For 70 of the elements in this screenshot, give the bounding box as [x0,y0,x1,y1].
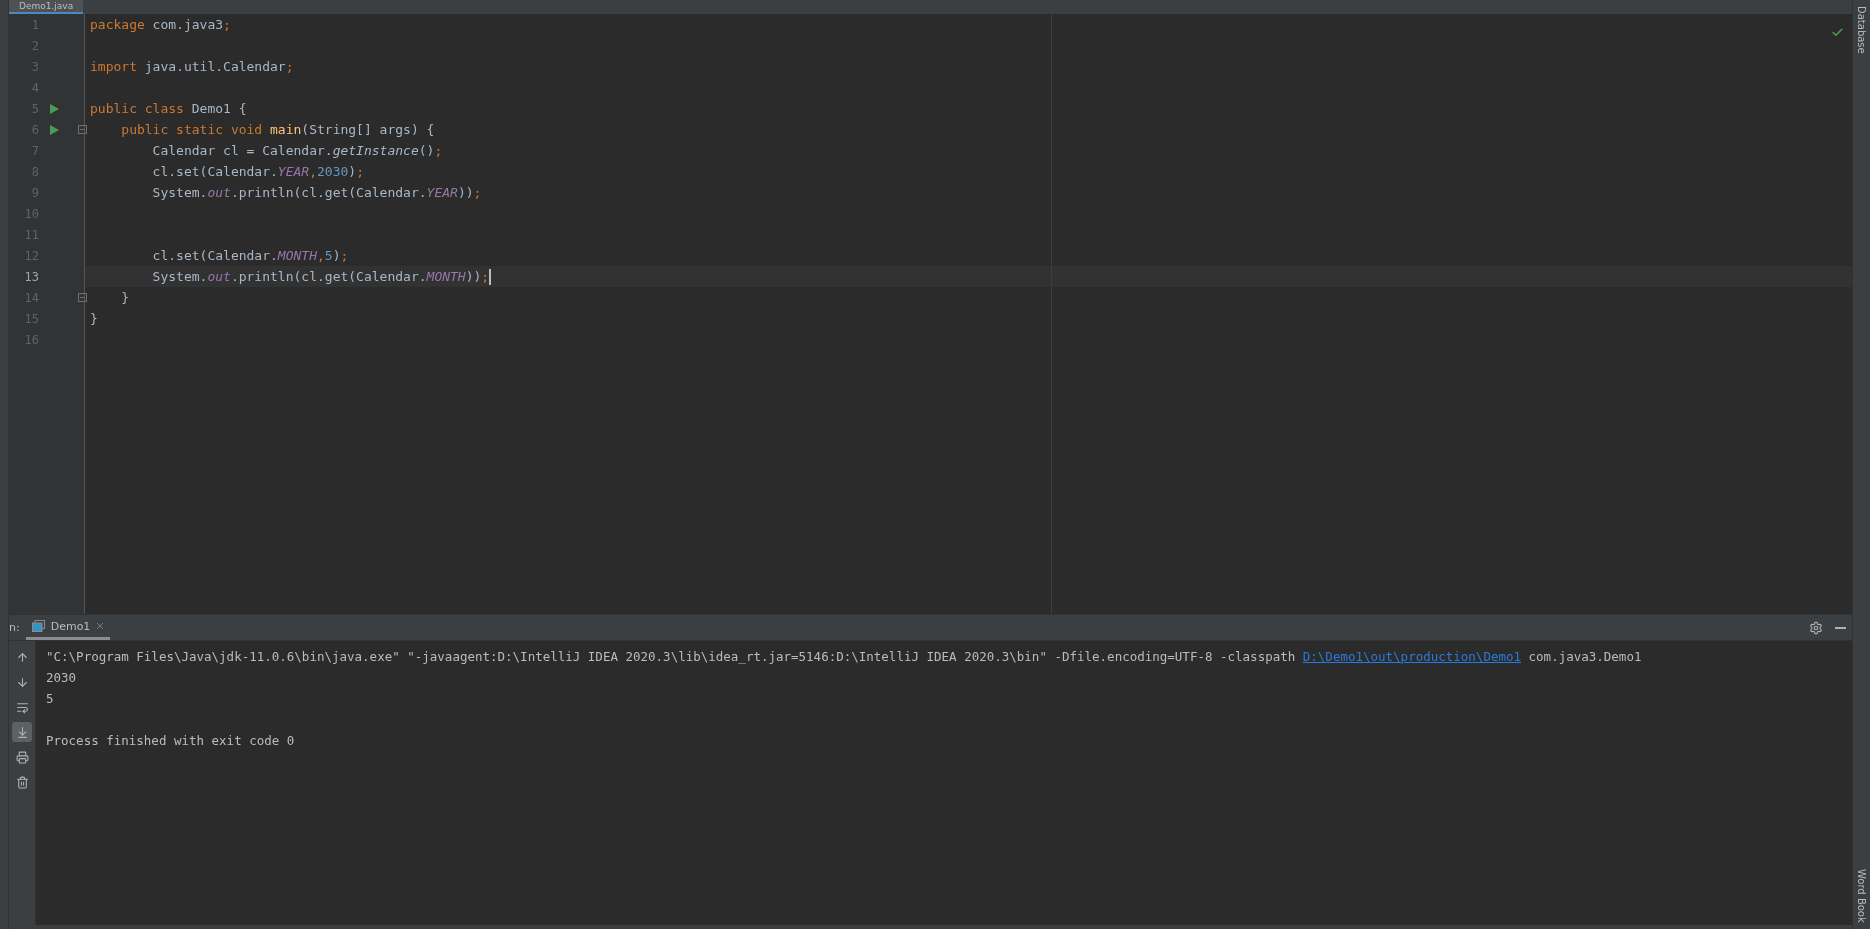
console-text: com.java3.Demo1 [1527,649,1642,664]
console-text: 2030 [46,670,77,685]
code-token: com.java3 [151,17,224,32]
down-arrow-icon [15,675,29,689]
code-token: out [207,269,231,284]
classpath-link[interactable]: D:\Demo1\out\production\Demo1 [1302,649,1522,664]
code-token: Calendar cl = Calendar. [151,143,333,158]
code-token: ; [285,59,294,74]
code-token: public static void [120,122,263,137]
code-token: YEAR [426,185,458,200]
trash-icon [15,775,29,789]
code-token: ; [481,269,490,284]
code-token: .println(cl.get(Calendar. [230,185,427,200]
code-token: out [207,185,231,200]
code-token: ; [356,164,364,179]
soft-wrap-icon [15,700,29,714]
text-caret [489,268,492,285]
code-token: getInstance [332,143,419,158]
code-token: (String[] args) { [301,122,435,137]
minimize-icon [1835,626,1846,629]
code-token: main [269,122,302,137]
check-icon [1831,26,1844,39]
code-token: 5 [324,248,333,263]
panel-label: n: [9,621,20,634]
run-icon[interactable] [49,103,59,114]
word-book-tab[interactable]: Word Book [1856,869,1867,923]
code-token: cl.set(Calendar. [151,248,278,263]
code-token: MONTH [426,269,466,284]
code-token: Demo1 { [190,101,247,116]
scroll-to-end-icon [15,725,29,739]
code-token: YEAR [277,164,310,179]
code-token: } [120,290,130,305]
code-token: } [90,311,98,326]
console-text: Process finished with exit code 0 [46,733,295,748]
code-token: ; [434,143,443,158]
editor-tab[interactable]: Demo1.java [9,0,84,14]
code-token: )) [457,185,474,200]
code-token: .println(cl.get(Calendar. [230,269,427,284]
code-token: , [317,248,325,263]
code-token: package [90,17,145,32]
code-token: cl.set(Calendar. [151,164,278,179]
code-token: () [418,143,435,158]
code-token: System. [151,269,208,284]
code-token: , [309,164,317,179]
console-text: "C:\Program Files\Java\jdk-11.0.6\bin\java.exe" "-javaagent:D:\IntelliJ IDEA 2020.3\lib\idea_rt.jar=5146:D:\IntelliJ IDEA 2020.3\bin" -Dfile.encoding=UTF-8 -classpath [46,649,1297,664]
code-token: ) [332,248,341,263]
code-token: System. [151,185,208,200]
scroll-to-end-button[interactable] [12,722,32,742]
up-arrow-icon [15,650,29,664]
run-tab[interactable]: Demo1 [25,615,111,640]
fold-icon[interactable] [78,125,87,134]
code-token: java.util.Calendar [143,59,286,74]
code-token: MONTH [277,248,317,263]
settings-icon [1809,620,1823,635]
console-icon [31,620,45,632]
code-token: import [90,59,137,74]
fold-icon[interactable] [78,293,87,302]
code-token: ; [223,17,231,32]
code-token: ) [348,164,357,179]
close-icon[interactable] [96,622,105,630]
code-token: )) [465,269,482,284]
code-token: 2030 [317,164,349,179]
code-token: ; [340,248,349,263]
run-icon[interactable] [49,124,59,135]
code-token: ; [473,185,482,200]
console-text: 5 [46,691,54,706]
code-token: public class [90,101,184,116]
database-tab[interactable]: Database [1856,6,1867,54]
line-number: 13 [23,269,39,284]
print-icon [15,750,29,764]
